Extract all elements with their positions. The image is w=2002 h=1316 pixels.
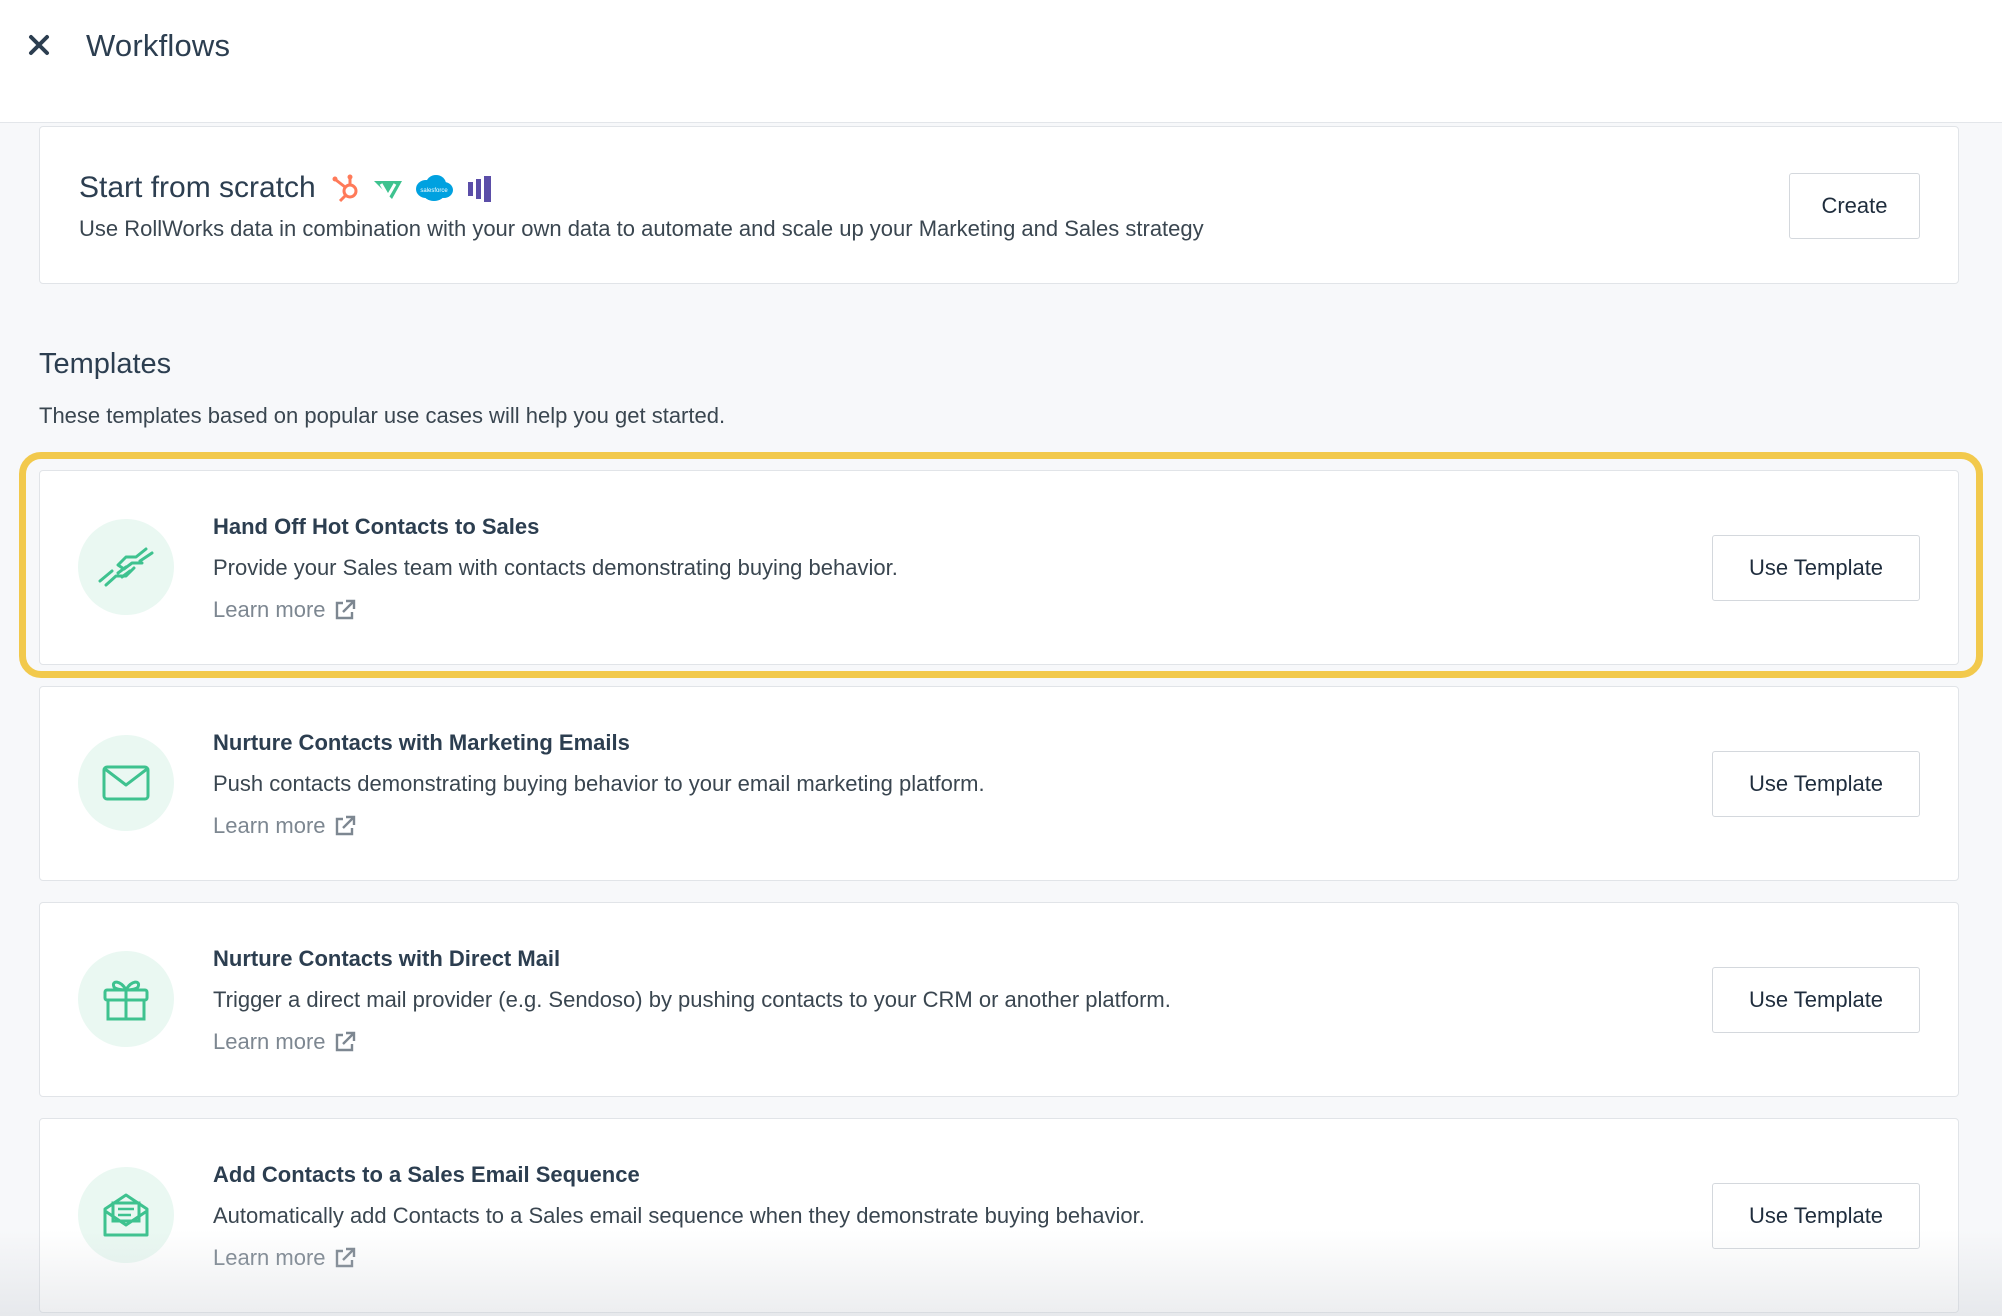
learn-more-label: Learn more xyxy=(213,1029,326,1054)
vitally-logo-icon xyxy=(373,181,402,199)
envelope-icon xyxy=(102,765,150,801)
close-icon xyxy=(29,35,49,55)
learn-more-label: Learn more xyxy=(213,1245,326,1270)
salesforce-logo-icon: salesforce xyxy=(415,175,453,201)
handshake-icon xyxy=(98,547,154,587)
templates-subtitle: These templates based on popular use cas… xyxy=(39,403,726,428)
template-title: Nurture Contacts with Marketing Emails xyxy=(213,730,630,755)
use-template-button[interactable]: Use Template xyxy=(1712,751,1920,817)
learn-more-link[interactable]: Learn more xyxy=(213,1029,356,1055)
learn-more-link[interactable]: Learn more xyxy=(213,1245,356,1271)
learn-more-label: Learn more xyxy=(213,597,326,622)
template-card-direct-mail: Nurture Contacts with Direct Mail Trigge… xyxy=(39,902,1959,1097)
use-template-button[interactable]: Use Template xyxy=(1712,1183,1920,1249)
template-card-hand-off: Hand Off Hot Contacts to Sales Provide y… xyxy=(39,470,1959,665)
template-icon-circle xyxy=(78,735,174,831)
learn-more-link[interactable]: Learn more xyxy=(213,597,356,623)
scratch-description: Use RollWorks data in combination with y… xyxy=(79,216,1204,241)
template-description: Provide your Sales team with contacts de… xyxy=(213,555,898,580)
templates-heading: Templates xyxy=(39,348,172,380)
salesforce-logo-text: salesforce xyxy=(420,188,448,194)
learn-more-label: Learn more xyxy=(213,813,326,838)
close-button[interactable] xyxy=(22,28,56,62)
learn-more-link[interactable]: Learn more xyxy=(213,813,356,839)
template-title: Add Contacts to a Sales Email Sequence xyxy=(213,1162,640,1187)
template-description: Trigger a direct mail provider (e.g. Sen… xyxy=(213,987,1171,1012)
template-description: Push contacts demonstrating buying behav… xyxy=(213,771,985,796)
template-icon-circle xyxy=(78,951,174,1047)
template-description: Automatically add Contacts to a Sales em… xyxy=(213,1203,1145,1228)
external-link-icon xyxy=(335,599,355,620)
page-title: Workflows xyxy=(86,28,231,63)
template-title: Hand Off Hot Contacts to Sales xyxy=(213,514,540,539)
integration-logos: salesforce xyxy=(330,172,496,204)
rollworks-logo-icon xyxy=(467,176,491,202)
use-template-button[interactable]: Use Template xyxy=(1712,535,1920,601)
template-title: Nurture Contacts with Direct Mail xyxy=(213,946,561,971)
use-template-button[interactable]: Use Template xyxy=(1712,967,1920,1033)
hubspot-logo-icon xyxy=(332,174,358,203)
scratch-title: Start from scratch xyxy=(79,171,316,204)
external-link-icon xyxy=(335,1247,355,1268)
template-card-marketing-emails: Nurture Contacts with Marketing Emails P… xyxy=(39,686,1959,881)
top-bar: Workflows xyxy=(0,0,2002,123)
gift-icon xyxy=(103,980,149,1021)
external-link-icon xyxy=(335,815,355,836)
template-icon-circle xyxy=(78,1167,174,1263)
start-from-scratch-card: Start from scratch salesforce Use RollWo… xyxy=(39,126,1959,284)
scratch-heading: Start from scratch salesforce xyxy=(79,171,496,205)
create-button[interactable]: Create xyxy=(1789,173,1920,239)
template-icon-circle xyxy=(78,519,174,615)
open-envelope-icon xyxy=(103,1193,149,1237)
template-card-email-sequence: Add Contacts to a Sales Email Sequence A… xyxy=(39,1118,1959,1313)
external-link-icon xyxy=(335,1031,355,1052)
